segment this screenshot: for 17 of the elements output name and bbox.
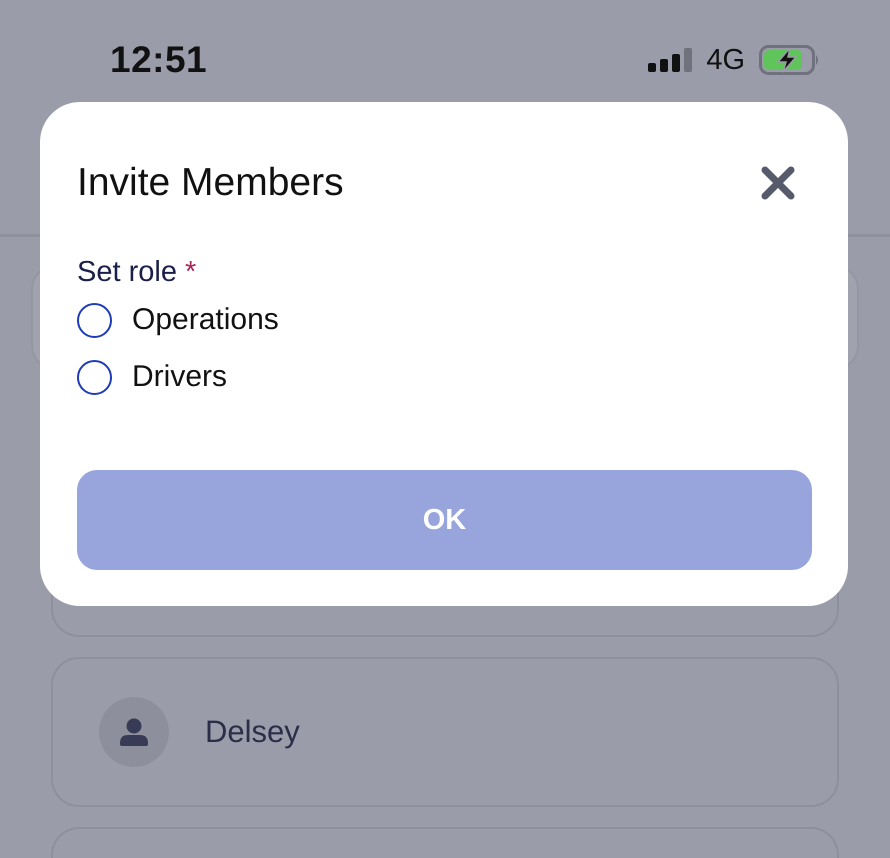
battery-charging-icon	[759, 45, 820, 75]
avatar-person-icon	[99, 697, 169, 767]
role-label: Set role *	[77, 255, 196, 289]
close-button[interactable]	[760, 166, 796, 200]
member-card[interactable]: Delsey	[51, 657, 839, 807]
member-name: Delsey	[205, 714, 300, 750]
status-time: 12:51	[110, 39, 208, 81]
role-option[interactable]: Operations	[77, 300, 279, 340]
option-label: Drivers	[132, 360, 227, 394]
radio-button[interactable]	[77, 360, 112, 394]
dialog-title: Invite Members	[77, 161, 344, 205]
close-icon	[760, 166, 796, 200]
role-option[interactable]: Drivers	[77, 357, 227, 397]
network-label: 4G	[706, 44, 745, 76]
signal-icon	[648, 48, 692, 72]
option-label: Operations	[132, 303, 279, 337]
radio-button[interactable]	[77, 302, 112, 338]
